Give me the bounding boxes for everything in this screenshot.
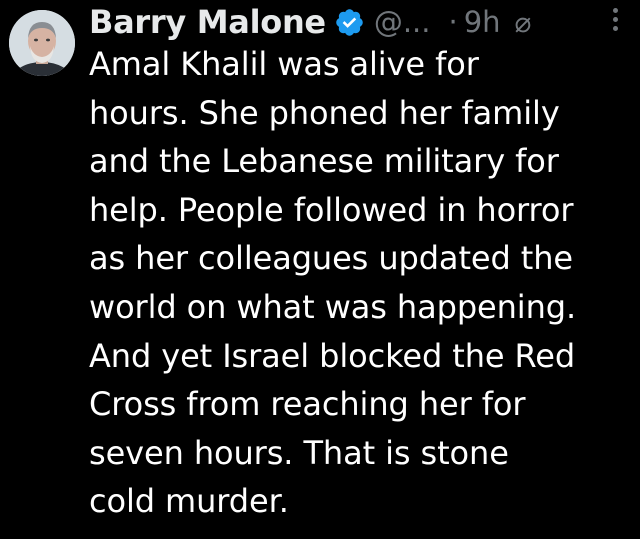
meta-separator: · bbox=[448, 5, 458, 39]
post-text: Amal Khalil was alive for hours. She pho… bbox=[89, 45, 577, 521]
author-display-name[interactable]: Barry Malone bbox=[89, 3, 326, 41]
post-header: Barry Malone @... · 9h ⌀ bbox=[89, 0, 634, 44]
verified-badge-icon bbox=[334, 7, 365, 38]
more-options-icon[interactable] bbox=[612, 8, 618, 31]
post[interactable]: Barry Malone @... · 9h ⌀ Amal Khalil was… bbox=[0, 0, 640, 539]
profile-photo-icon bbox=[9, 10, 75, 76]
post-timestamp[interactable]: 9h bbox=[464, 5, 501, 39]
avatar[interactable] bbox=[9, 10, 75, 76]
author-handle[interactable]: @... bbox=[374, 5, 431, 39]
null-symbol-icon: ⌀ bbox=[514, 5, 532, 39]
